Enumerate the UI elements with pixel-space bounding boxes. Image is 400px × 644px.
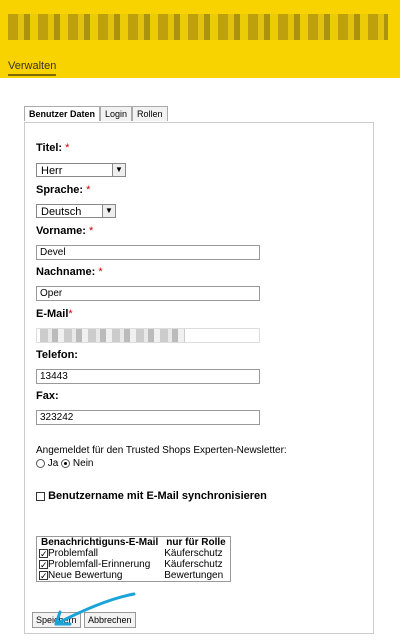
title-label: Titel: *: [36, 142, 70, 154]
email-label: E-Mail*: [36, 308, 73, 320]
newsletter-yes-label: Ja: [47, 458, 59, 469]
phone-input[interactable]: 13443: [36, 369, 260, 384]
nav-verwalten[interactable]: Verwalten: [8, 60, 57, 76]
firstname-label: Vorname: *: [36, 225, 94, 237]
newsletter-radios: Ja Nein: [36, 458, 93, 469]
table-row: ✓Problemfall-Erinnerung Käuferschutz: [37, 559, 231, 570]
notify-role: Bewertungen: [164, 570, 224, 581]
title-select[interactable]: Herr ▼: [36, 163, 126, 177]
newsletter-yes-radio[interactable]: [36, 458, 45, 468]
pointer-arrow-icon: [54, 592, 136, 626]
firstname-input[interactable]: Devel: [36, 245, 260, 260]
lastname-label: Nachname: *: [36, 266, 103, 278]
table-row: ✓Neue Bewertung Bewertungen: [37, 570, 231, 582]
notify-checkbox[interactable]: ✓: [39, 559, 48, 569]
blurred-shop-title: [8, 14, 388, 40]
sync-label: Benutzername mit E-Mail synchronisieren: [48, 490, 267, 502]
email-input[interactable]: [36, 328, 260, 343]
lastname-input[interactable]: Oper: [36, 286, 260, 301]
notifications-table: Benachrichtiguns-E-Mail nur für Rolle ✓P…: [36, 536, 231, 582]
nav-verwalten-label: Verwalten: [8, 60, 57, 76]
notify-name: Neue Bewertung: [48, 570, 123, 581]
col-email-header: Benachrichtiguns-E-Mail: [41, 537, 159, 548]
newsletter-no-radio[interactable]: [61, 458, 71, 468]
blurred-email-value: [40, 329, 185, 342]
sync-checkbox[interactable]: [36, 491, 45, 501]
notify-name: Problemfall: [48, 548, 99, 559]
tab-bar: Benutzer Daten Login Rollen: [24, 106, 168, 121]
tab-benutzer-daten[interactable]: Benutzer Daten: [24, 106, 101, 121]
col-role-header: nur für Rolle: [166, 537, 226, 548]
notify-name: Problemfall-Erinnerung: [48, 559, 151, 570]
notify-checkbox[interactable]: ✓: [39, 548, 48, 558]
fax-input[interactable]: 323242: [36, 410, 260, 425]
newsletter-text: Angemeldet für den Trusted Shops Experte…: [36, 445, 287, 456]
chevron-down-icon: ▼: [102, 205, 115, 217]
header-bar: Verwalten: [0, 0, 400, 78]
notify-role: Käuferschutz: [164, 559, 223, 570]
phone-label: Telefon:: [36, 349, 78, 361]
tab-login[interactable]: Login: [100, 106, 133, 121]
fax-label: Fax:: [36, 390, 59, 402]
notify-role: Käuferschutz: [164, 548, 223, 559]
newsletter-no-label: Nein: [72, 458, 94, 469]
table-row: ✓Problemfall Käuferschutz: [37, 548, 231, 559]
language-select[interactable]: Deutsch ▼: [36, 204, 116, 218]
language-label: Sprache: *: [36, 184, 91, 196]
sync-row: Benutzername mit E-Mail synchronisieren: [36, 490, 267, 502]
tab-rollen[interactable]: Rollen: [132, 106, 168, 121]
notify-checkbox[interactable]: ✓: [39, 570, 48, 580]
chevron-down-icon: ▼: [112, 164, 125, 176]
